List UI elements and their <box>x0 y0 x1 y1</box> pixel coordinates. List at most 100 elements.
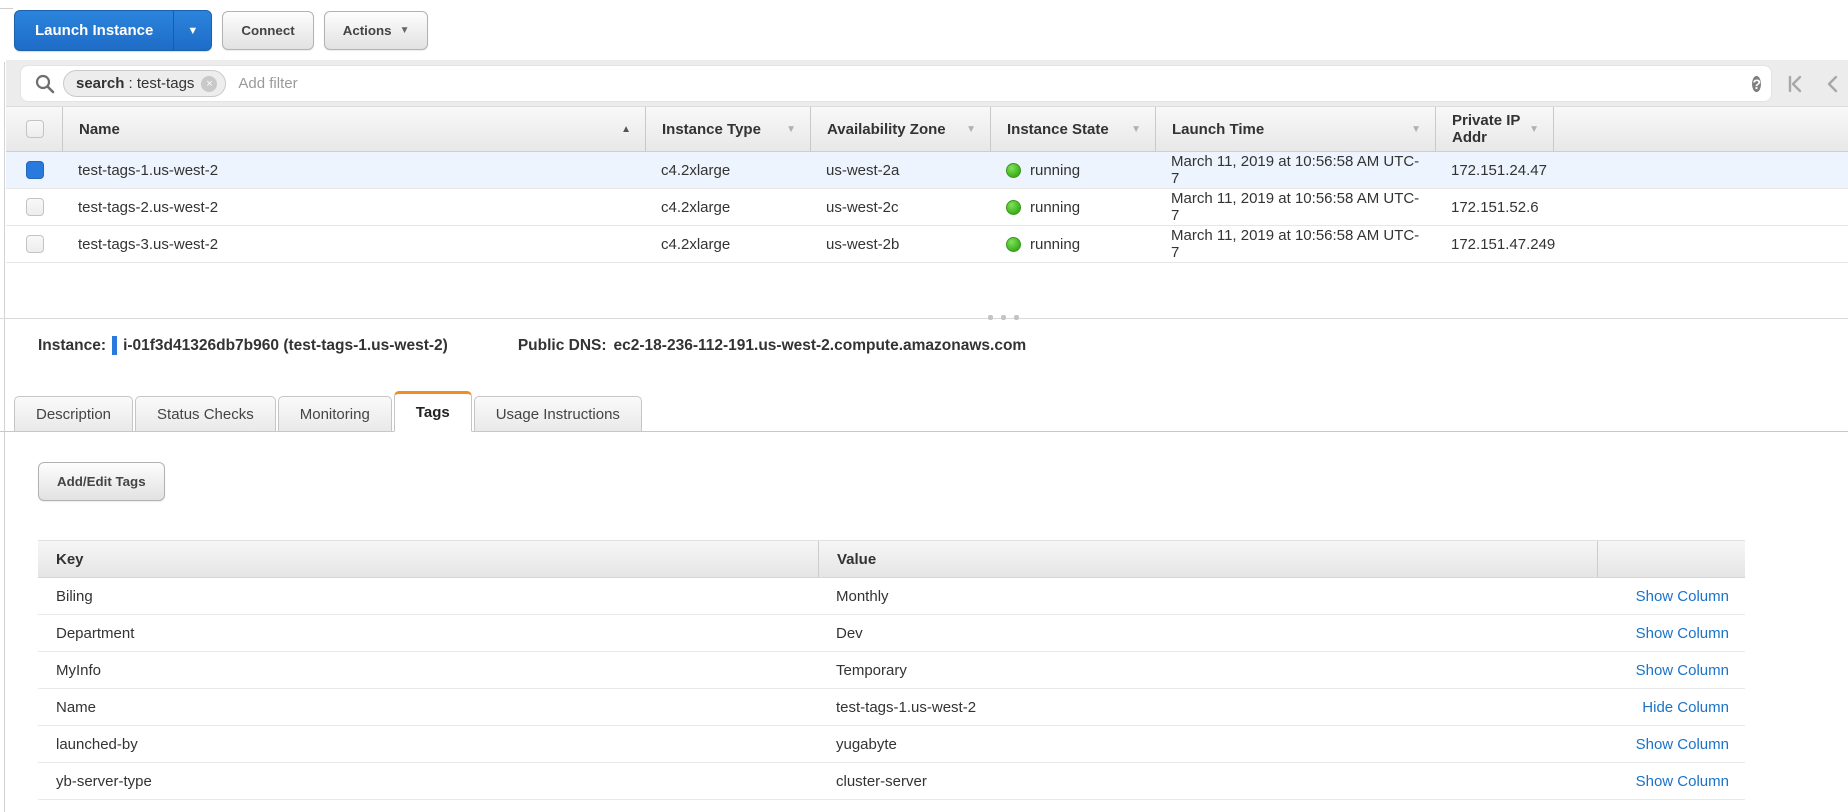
tags-column-header-value: Value <box>818 541 1597 577</box>
launch-instance-button[interactable]: Launch Instance ▼ <box>14 10 212 51</box>
tags-table: Key Value Biling Monthly Show Column Dep… <box>38 540 1745 800</box>
tab-tags[interactable]: Tags <box>394 391 472 432</box>
row-checkbox[interactable] <box>26 235 44 253</box>
toolbar: Launch Instance ▼ Connect Actions ▼ <box>14 10 428 51</box>
instances-table-header: Name ▲ Instance Type ▼ Availability Zone… <box>6 106 1848 152</box>
cell-filler <box>1553 226 1848 262</box>
column-header-name[interactable]: Name ▲ <box>62 107 645 151</box>
row-checkbox-cell <box>6 226 62 262</box>
table-row: Biling Monthly Show Column <box>38 578 1745 615</box>
table-row[interactable]: test-tags-1.us-west-2 c4.2xlarge us-west… <box>6 152 1848 189</box>
connect-button[interactable]: Connect <box>222 11 313 50</box>
tag-value: cluster-server <box>818 763 1597 799</box>
tag-value: test-tags-1.us-west-2 <box>818 689 1597 725</box>
help-icon[interactable]: ? <box>1752 76 1761 92</box>
cell-launch-time: March 11, 2019 at 10:56:58 AM UTC-7 <box>1155 226 1435 262</box>
running-status-icon <box>1006 237 1021 252</box>
show-column-link[interactable]: Show Column <box>1636 588 1729 605</box>
sort-ascending-icon[interactable]: ▲ <box>621 124 631 135</box>
column-header-private-ip-label: Private IP Addr <box>1452 112 1525 146</box>
column-header-instance-state[interactable]: Instance State ▼ <box>990 107 1155 151</box>
public-dns-value: ec2-18-236-112-191.us-west-2.compute.ama… <box>614 337 1027 355</box>
cell-private-ip: 172.151.47.249 <box>1435 226 1553 262</box>
cell-private-ip: 172.151.52.6 <box>1435 189 1553 225</box>
caret-down-icon: ▼ <box>187 25 198 37</box>
column-header-instance-type[interactable]: Instance Type ▼ <box>645 107 810 151</box>
cell-name[interactable]: test-tags-1.us-west-2 <box>62 152 645 188</box>
pagination-prev-icon[interactable] <box>1822 73 1844 95</box>
caret-down-icon[interactable]: ▼ <box>1411 124 1421 135</box>
cell-name[interactable]: test-tags-2.us-west-2 <box>62 189 645 225</box>
filter-chip-search-test-tags[interactable]: search : test-tags × <box>63 70 226 97</box>
tab-label: Description <box>36 406 111 423</box>
tag-key: Department <box>38 615 818 651</box>
caret-down-icon[interactable]: ▼ <box>966 124 976 135</box>
caret-down-icon[interactable]: ▼ <box>786 124 796 135</box>
pagination-first-icon[interactable] <box>1784 73 1806 95</box>
row-checkbox-cell <box>6 152 62 188</box>
tag-value: yugabyte <box>818 726 1597 762</box>
instance-state-label: running <box>1030 199 1080 216</box>
filter-chip-key: search <box>76 75 124 92</box>
table-row[interactable]: test-tags-3.us-west-2 c4.2xlarge us-west… <box>6 226 1848 263</box>
tag-key: Biling <box>38 578 818 614</box>
add-filter-placeholder[interactable]: Add filter <box>238 75 297 92</box>
detail-tabs: Description Status Checks Monitoring Tag… <box>0 391 1848 432</box>
remove-filter-icon[interactable]: × <box>201 76 217 92</box>
actions-label: Actions <box>343 23 392 38</box>
tab-monitoring[interactable]: Monitoring <box>278 396 392 431</box>
search-input[interactable]: search : test-tags × Add filter ? <box>20 65 1772 102</box>
caret-down-icon: ▼ <box>400 25 410 36</box>
table-row: yb-server-type cluster-server Show Colum… <box>38 763 1745 800</box>
tag-key: MyInfo <box>38 652 818 688</box>
tag-value: Temporary <box>818 652 1597 688</box>
tab-usage-instructions[interactable]: Usage Instructions <box>474 396 642 431</box>
cell-availability-zone: us-west-2a <box>810 152 990 188</box>
cell-instance-type: c4.2xlarge <box>645 226 810 262</box>
show-column-link[interactable]: Show Column <box>1636 773 1729 790</box>
caret-down-icon[interactable]: ▼ <box>1131 124 1141 135</box>
add-edit-tags-label: Add/Edit Tags <box>57 474 146 489</box>
show-column-link[interactable]: Show Column <box>1636 736 1729 753</box>
launch-instance-caret[interactable]: ▼ <box>173 11 211 50</box>
instance-marker-bar <box>112 336 117 355</box>
launch-instance-label[interactable]: Launch Instance <box>15 11 173 50</box>
public-dns-label: Public DNS: <box>518 337 607 355</box>
column-header-instance-type-label: Instance Type <box>662 121 761 138</box>
actions-button[interactable]: Actions ▼ <box>324 11 429 50</box>
public-dns-group: Public DNS: ec2-18-236-112-191.us-west-2… <box>518 337 1026 355</box>
column-header-launch-time-label: Launch Time <box>1172 121 1264 138</box>
instances-table: Name ▲ Instance Type ▼ Availability Zone… <box>6 106 1848 263</box>
column-header-private-ip[interactable]: Private IP Addr ▼ <box>1435 107 1553 151</box>
add-edit-tags-button[interactable]: Add/Edit Tags <box>38 462 165 501</box>
tag-key: yb-server-type <box>38 763 818 799</box>
instance-state-label: running <box>1030 236 1080 253</box>
table-row[interactable]: test-tags-2.us-west-2 c4.2xlarge us-west… <box>6 189 1848 226</box>
pane-resize-handle[interactable] <box>988 315 1019 320</box>
tab-status-checks[interactable]: Status Checks <box>135 396 276 431</box>
row-checkbox[interactable] <box>26 161 44 179</box>
instance-state-label: running <box>1030 162 1080 179</box>
cell-availability-zone: us-west-2b <box>810 226 990 262</box>
tab-description[interactable]: Description <box>14 396 133 431</box>
show-column-link[interactable]: Show Column <box>1636 625 1729 642</box>
column-header-launch-time[interactable]: Launch Time ▼ <box>1155 107 1435 151</box>
column-header-filler <box>1553 107 1848 151</box>
tag-key: launched-by <box>38 726 818 762</box>
table-row: Department Dev Show Column <box>38 615 1745 652</box>
column-header-availability-zone[interactable]: Availability Zone ▼ <box>810 107 990 151</box>
cell-instance-state: running <box>990 189 1155 225</box>
cell-launch-time: March 11, 2019 at 10:56:58 AM UTC-7 <box>1155 189 1435 225</box>
column-header-name-label: Name <box>79 121 120 138</box>
cell-name[interactable]: test-tags-3.us-west-2 <box>62 226 645 262</box>
hide-column-link[interactable]: Hide Column <box>1642 699 1729 716</box>
show-column-link[interactable]: Show Column <box>1636 662 1729 679</box>
cell-launch-time: March 11, 2019 at 10:56:58 AM UTC-7 <box>1155 152 1435 188</box>
search-icon <box>35 74 55 94</box>
caret-down-icon[interactable]: ▼ <box>1529 124 1539 135</box>
running-status-icon <box>1006 163 1021 178</box>
select-all-checkbox[interactable] <box>26 120 44 138</box>
filter-chip-value: : test-tags <box>129 75 195 92</box>
row-checkbox[interactable] <box>26 198 44 216</box>
tag-value: Dev <box>818 615 1597 651</box>
